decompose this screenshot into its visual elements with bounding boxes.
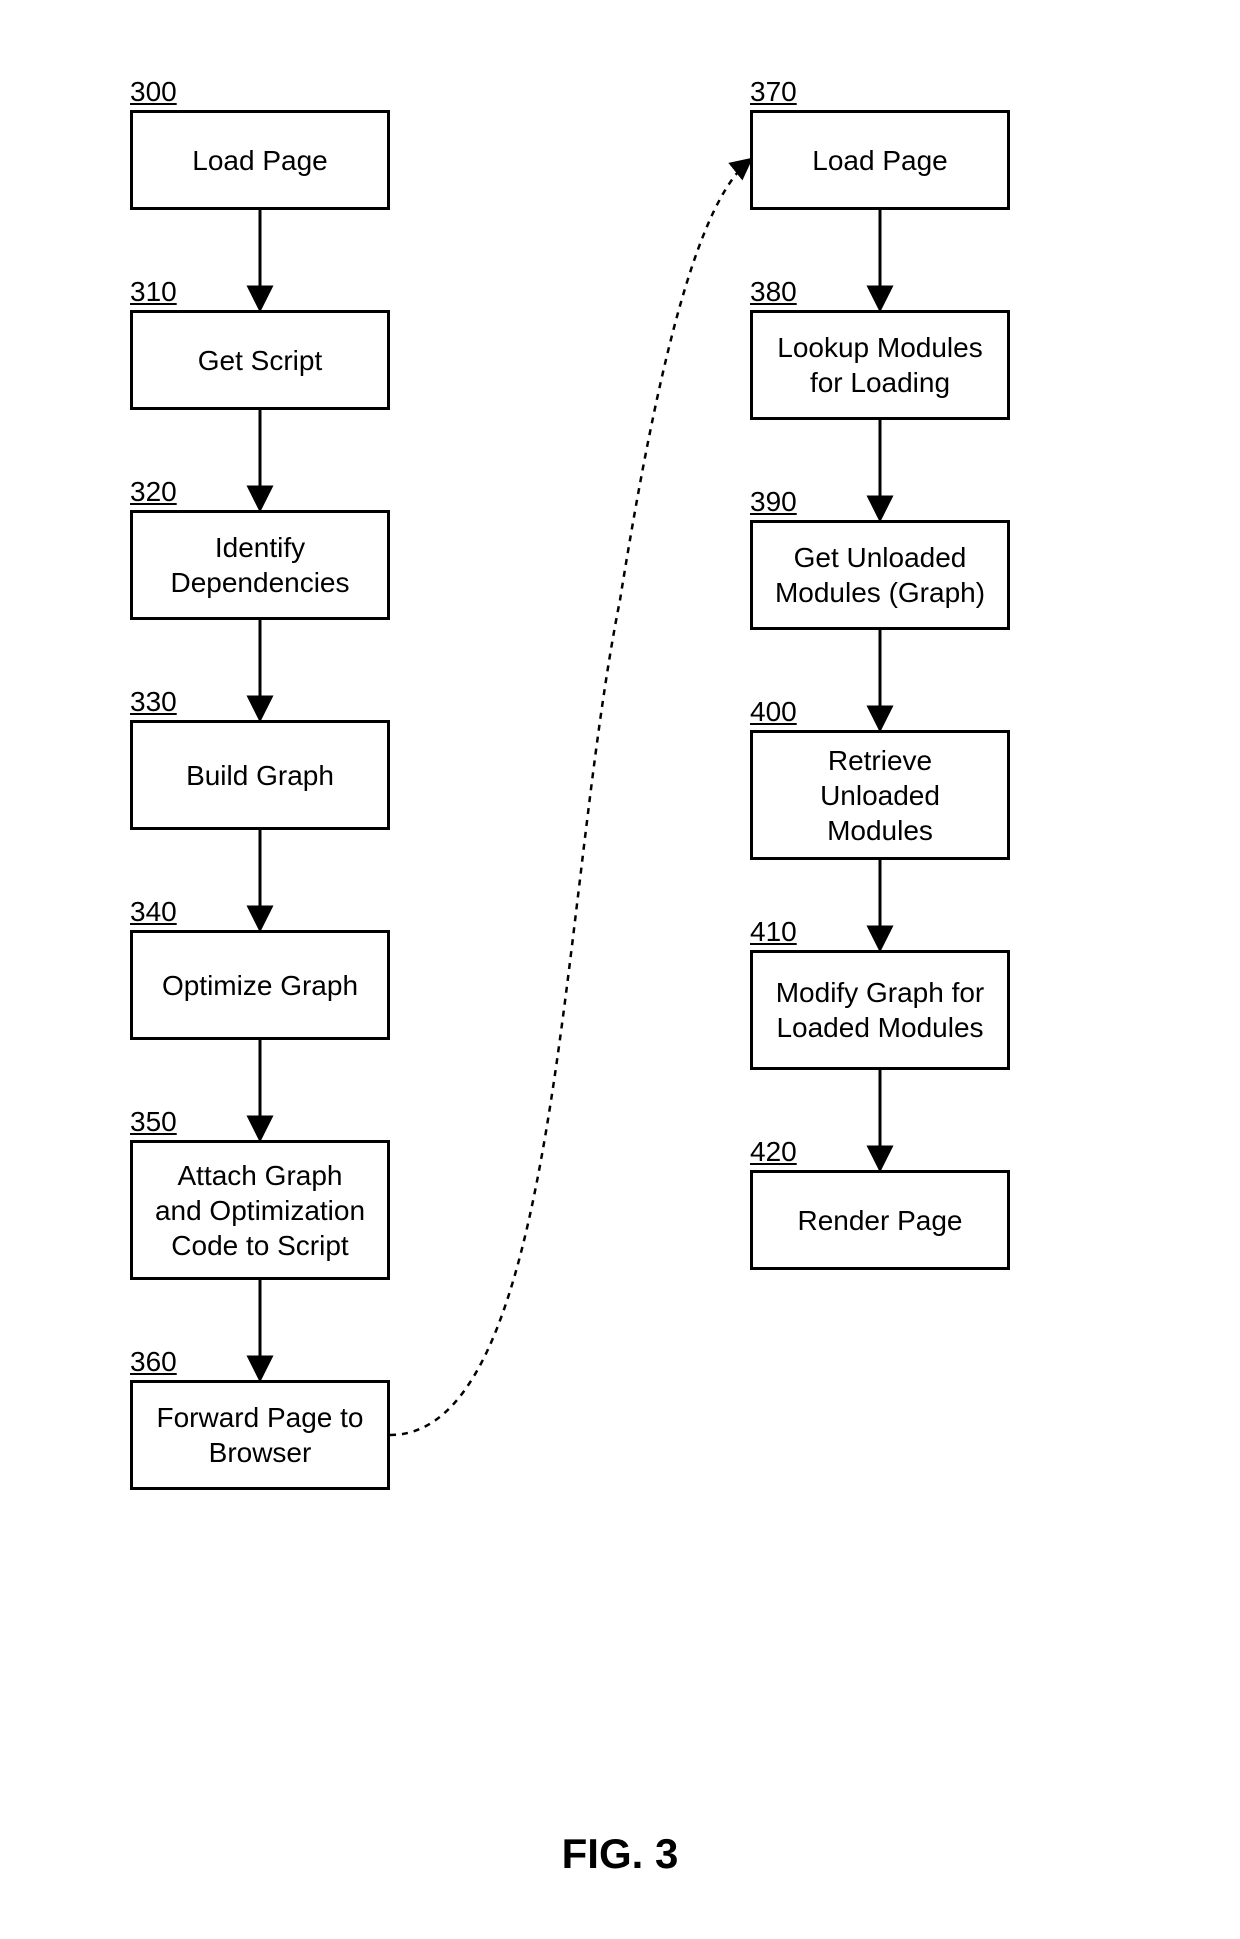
- right-ref-410: 410: [750, 916, 797, 948]
- left-ref-300: 300: [130, 76, 177, 108]
- right-ref-400: 400: [750, 696, 797, 728]
- left-ref-350: 350: [130, 1106, 177, 1138]
- right-box-410: Modify Graph forLoaded Modules: [750, 950, 1010, 1070]
- left-label-320: IdentifyDependencies: [170, 530, 349, 600]
- left-ref-320: 320: [130, 476, 177, 508]
- right-box-400: RetrieveUnloadedModules: [750, 730, 1010, 860]
- left-box-300: Load Page: [130, 110, 390, 210]
- right-ref-380: 380: [750, 276, 797, 308]
- right-label-390: Get UnloadedModules (Graph): [775, 540, 985, 610]
- figure-caption: FIG. 3: [0, 1830, 1240, 1878]
- right-box-390: Get UnloadedModules (Graph): [750, 520, 1010, 630]
- left-label-310: Get Script: [198, 343, 322, 378]
- right-box-370: Load Page: [750, 110, 1010, 210]
- right-box-420: Render Page: [750, 1170, 1010, 1270]
- left-ref-340: 340: [130, 896, 177, 928]
- right-label-380: Lookup Modulesfor Loading: [777, 330, 982, 400]
- left-label-360: Forward Page toBrowser: [157, 1400, 364, 1470]
- left-box-310: Get Script: [130, 310, 390, 410]
- right-ref-420: 420: [750, 1136, 797, 1168]
- left-box-320: IdentifyDependencies: [130, 510, 390, 620]
- left-label-350: Attach Graphand OptimizationCode to Scri…: [155, 1158, 365, 1263]
- right-ref-370: 370: [750, 76, 797, 108]
- right-label-420: Render Page: [797, 1203, 962, 1238]
- left-ref-330: 330: [130, 686, 177, 718]
- left-box-360: Forward Page toBrowser: [130, 1380, 390, 1490]
- right-ref-390: 390: [750, 486, 797, 518]
- left-box-340: Optimize Graph: [130, 930, 390, 1040]
- left-label-330: Build Graph: [186, 758, 334, 793]
- right-box-380: Lookup Modulesfor Loading: [750, 310, 1010, 420]
- left-ref-310: 310: [130, 276, 177, 308]
- left-label-340: Optimize Graph: [162, 968, 358, 1003]
- left-box-330: Build Graph: [130, 720, 390, 830]
- right-label-410: Modify Graph forLoaded Modules: [776, 975, 985, 1045]
- flowchart-canvas: 300 Load Page 310 Get Script 320 IdentifyDepe…: [0, 0, 1240, 1939]
- left-box-350: Attach Graphand OptimizationCode to Scri…: [130, 1140, 390, 1280]
- right-label-370: Load Page: [812, 143, 947, 178]
- right-label-400: RetrieveUnloadedModules: [820, 743, 940, 848]
- left-ref-360: 360: [130, 1346, 177, 1378]
- left-label-300: Load Page: [192, 143, 327, 178]
